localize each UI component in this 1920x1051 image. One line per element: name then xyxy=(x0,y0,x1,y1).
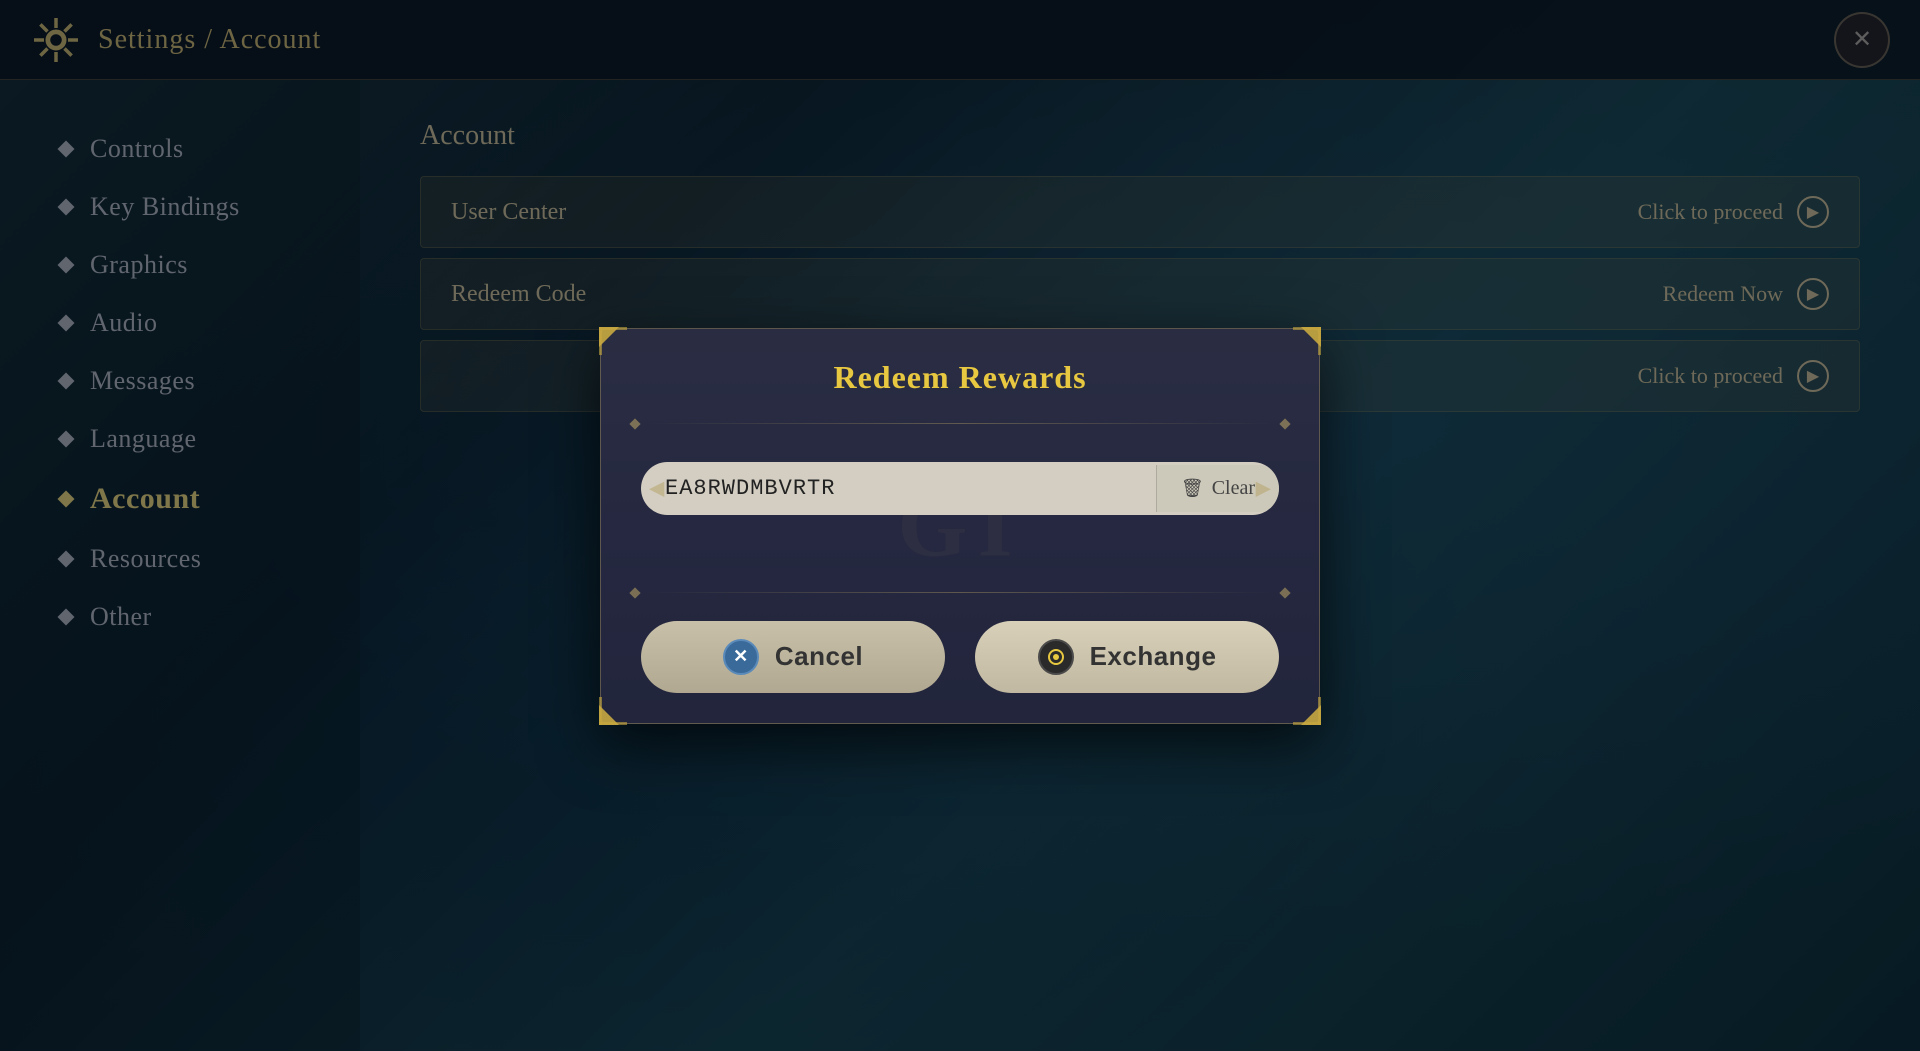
corner-tr-decoration xyxy=(1293,327,1321,355)
exchange-button[interactable]: Exchange xyxy=(975,621,1279,693)
bottom-deco-line xyxy=(601,575,1319,611)
modal-buttons: ✕ Cancel Exchange xyxy=(601,611,1319,723)
input-right-arrow[interactable]: ▶ xyxy=(1256,476,1271,501)
exchange-circle-icon xyxy=(1038,639,1074,675)
redeem-modal: GI Redeem Rewards ◀ xyxy=(600,328,1320,724)
cancel-label: Cancel xyxy=(775,641,863,672)
modal-overlay: GI Redeem Rewards ◀ xyxy=(0,0,1920,1051)
deco-diamond-right xyxy=(1279,418,1290,429)
exchange-label: Exchange xyxy=(1090,641,1217,672)
modal-body: ◀ 🗑 Clear ▶ xyxy=(601,442,1319,575)
corner-tl-decoration xyxy=(599,327,627,355)
cancel-icon: ✕ xyxy=(723,639,759,675)
trash-icon: 🗑 xyxy=(1181,478,1204,499)
top-deco-line xyxy=(601,406,1319,442)
modal-title: Redeem Rewards xyxy=(601,329,1319,406)
deco-diamond-left xyxy=(629,418,640,429)
deco-line-inner xyxy=(647,423,1273,424)
clear-label: Clear xyxy=(1212,477,1255,500)
deco-line-inner-b xyxy=(647,592,1273,593)
input-left-arrow[interactable]: ◀ xyxy=(649,476,664,501)
deco-diamond-left-b xyxy=(629,587,640,598)
deco-diamond-right-b xyxy=(1279,587,1290,598)
input-wrapper: ◀ 🗑 Clear ▶ xyxy=(641,462,1279,515)
corner-bl-decoration xyxy=(599,697,627,725)
cancel-button[interactable]: ✕ Cancel xyxy=(641,621,945,693)
corner-br-decoration xyxy=(1293,697,1321,725)
input-container: 🗑 Clear xyxy=(641,462,1279,515)
redeem-code-input[interactable] xyxy=(665,462,1156,515)
